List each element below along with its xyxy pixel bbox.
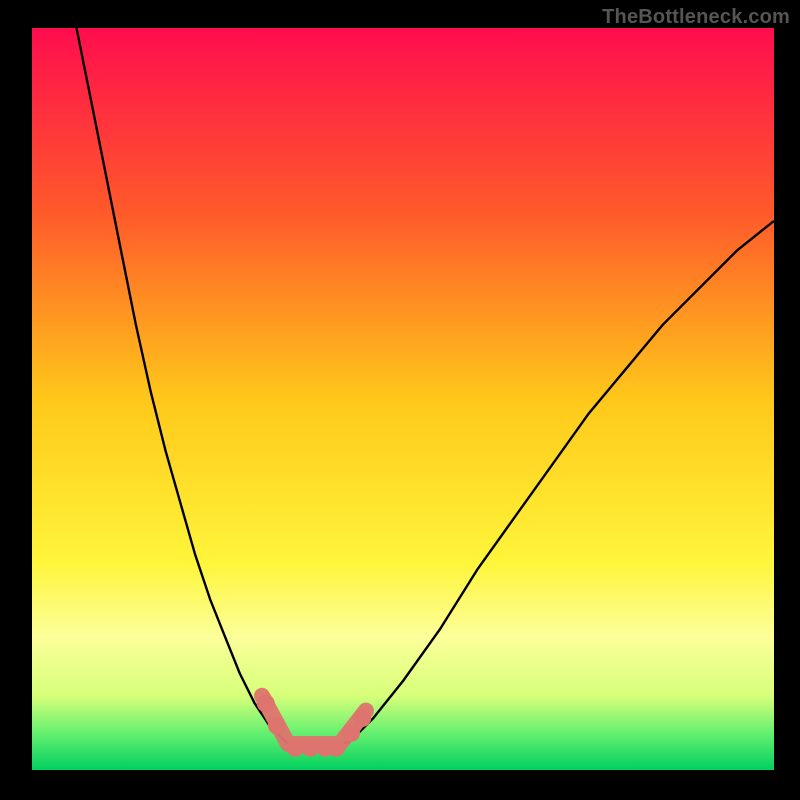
gradient-background (32, 28, 774, 770)
marker-left-cluster-bottom (268, 717, 286, 735)
marker-right-cluster-top (353, 709, 371, 727)
watermark-text: TheBottleneck.com (602, 6, 790, 29)
marker-right-cluster-bottom (342, 724, 360, 742)
marker-left-cluster-top (257, 694, 275, 712)
marker-flat-right (327, 739, 345, 757)
bottleneck-chart (0, 0, 800, 800)
chart-stage: TheBottleneck.com (0, 0, 800, 800)
